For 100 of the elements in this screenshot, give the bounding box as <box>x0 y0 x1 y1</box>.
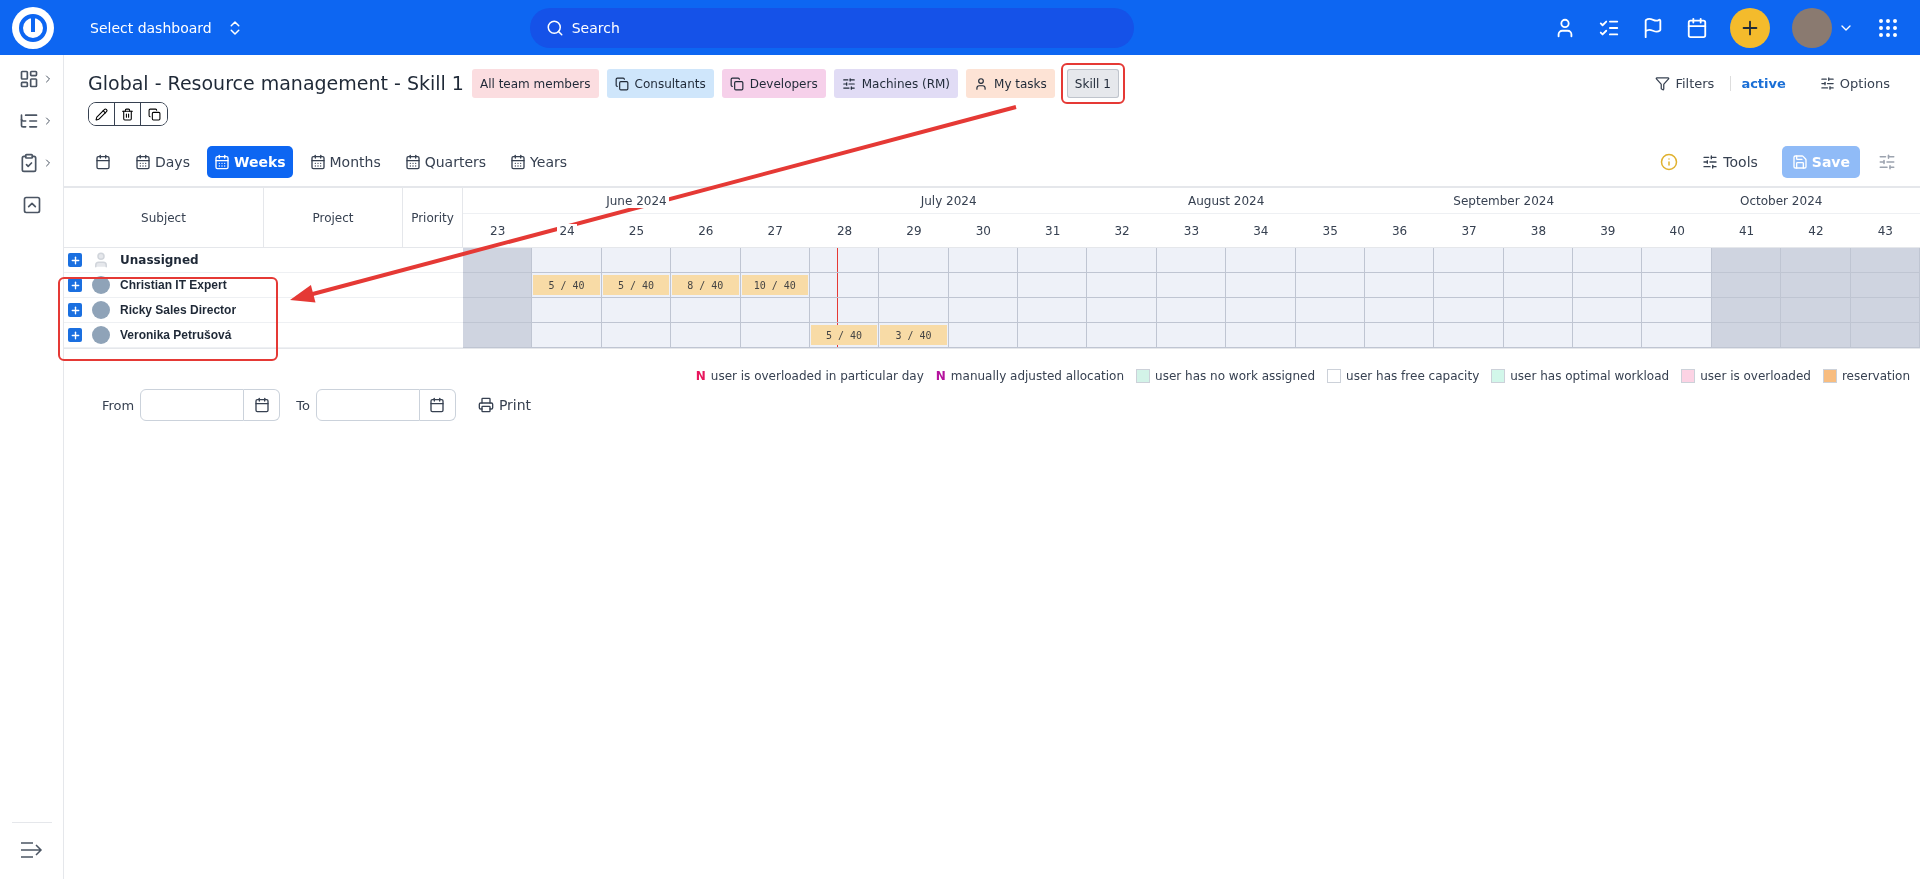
calendar-icon <box>510 154 527 170</box>
view-tab[interactable]: Quarters <box>397 146 494 178</box>
sliders-icon <box>841 76 856 91</box>
week-header: 37 <box>1459 223 1479 238</box>
calendar-icon <box>309 154 326 170</box>
week-header: 34 <box>1251 223 1271 238</box>
collapse-icon[interactable] <box>21 195 42 215</box>
tree-list-icon[interactable] <box>19 111 39 131</box>
calendar-icon <box>213 154 230 170</box>
week-header: 36 <box>1390 223 1410 238</box>
column-header: Priority <box>403 188 463 248</box>
expand-menu-icon[interactable] <box>19 841 44 859</box>
calendar-icon <box>429 397 446 413</box>
month-header: August 2024 <box>1186 193 1267 208</box>
calendar-icon <box>135 154 151 170</box>
sliders-icon <box>1702 154 1719 170</box>
week-header: 41 <box>1736 223 1757 238</box>
avatar <box>92 326 110 344</box>
view-tab[interactable]: Days <box>128 146 197 178</box>
edit-button[interactable] <box>89 103 115 125</box>
filters-button[interactable]: Filters <box>1649 75 1721 92</box>
week-header: 30 <box>973 223 993 238</box>
filter-chip[interactable]: Developers <box>721 69 826 98</box>
calendar-icon[interactable] <box>1686 16 1708 39</box>
legend-label: user has no work assigned <box>1155 369 1316 383</box>
calendar-icon <box>95 154 111 170</box>
expand-button[interactable] <box>68 253 82 267</box>
filter-chip[interactable]: All team members <box>471 69 599 98</box>
reservation-cell[interactable]: 10 / 40 <box>741 275 808 295</box>
reservation-cell[interactable]: 8 / 40 <box>672 275 739 295</box>
sliders-icon <box>1819 76 1835 91</box>
legend-label: user is overloaded in particular day <box>710 369 924 383</box>
week-header: 42 <box>1806 223 1826 238</box>
filter-chip[interactable]: Machines (RM) <box>833 69 959 98</box>
expand-button[interactable] <box>68 328 82 342</box>
month-header: June 2024 <box>604 193 669 208</box>
legend-label: user is overloaded <box>1700 369 1811 383</box>
row-name[interactable]: Unassigned <box>120 253 199 267</box>
printer-icon <box>477 397 494 413</box>
filter-chip[interactable]: Consultants <box>606 69 714 98</box>
calendar-button[interactable] <box>419 389 456 421</box>
month-header: September 2024 <box>1451 193 1557 208</box>
week-header: 29 <box>904 223 924 238</box>
logo-icon[interactable] <box>12 6 54 49</box>
view-tab[interactable]: Weeks <box>206 146 293 178</box>
week-header: 25 <box>626 223 647 238</box>
options-button[interactable]: Options <box>1813 75 1896 92</box>
legend-label: user has optimal workload <box>1510 369 1670 383</box>
calendar-icon <box>404 154 421 170</box>
legend-label: manually adjusted allocation <box>950 369 1125 383</box>
from-label: From <box>102 397 135 413</box>
legend-label: user has free capacity <box>1346 369 1480 383</box>
filter-chip[interactable]: My tasks <box>966 69 1055 98</box>
calendar-icon <box>253 397 270 413</box>
expand-button[interactable] <box>68 303 82 317</box>
view-tab[interactable]: Months <box>302 146 388 178</box>
month-header: October 2024 <box>1738 193 1825 208</box>
reservation-cell[interactable]: 5 / 40 <box>602 275 670 295</box>
user-icon <box>974 76 989 91</box>
clipboard-check-icon[interactable] <box>19 153 39 173</box>
dashboard-icon[interactable] <box>19 69 39 89</box>
flag-icon[interactable] <box>1642 16 1664 39</box>
week-header: 32 <box>1112 223 1132 238</box>
week-header: 24 <box>557 223 577 238</box>
dashboard-select[interactable]: Select dashboard <box>84 17 250 38</box>
print-button[interactable]: Print <box>471 396 538 414</box>
person-icon <box>92 251 110 269</box>
page-title: Global - Resource management - Skill 1 <box>88 71 464 94</box>
week-header: 26 <box>696 223 716 238</box>
trash-icon <box>121 107 134 121</box>
search-icon <box>545 18 564 37</box>
add-button[interactable] <box>1730 7 1770 48</box>
date-field[interactable] <box>140 389 245 421</box>
reservation-cell[interactable]: 5 / 40 <box>533 275 600 295</box>
pencil-icon <box>95 107 108 121</box>
week-header: 38 <box>1528 223 1549 238</box>
week-header: 39 <box>1598 223 1618 238</box>
to-label: To <box>296 397 310 413</box>
tools-button[interactable]: Tools <box>1696 153 1764 171</box>
legend-letter: N <box>935 369 946 383</box>
view-tab[interactable]: Years <box>503 146 575 178</box>
avatar <box>92 301 110 319</box>
row-name[interactable]: Christian IT Expert <box>120 278 227 292</box>
row-name[interactable]: Veronika Petrušová <box>120 328 232 342</box>
filter-state: active <box>1730 76 1786 91</box>
calendar-button[interactable] <box>244 389 281 421</box>
search-field[interactable]: Search <box>529 7 1134 48</box>
column-header: Subject <box>64 188 264 248</box>
week-header: 33 <box>1181 223 1202 238</box>
reservation-cell[interactable]: 5 / 40 <box>810 325 878 345</box>
filter-chip[interactable]: Skill 1 <box>1066 69 1119 98</box>
reservation-cell[interactable]: 3 / 40 <box>880 325 947 345</box>
date-field[interactable] <box>315 389 420 421</box>
row-name[interactable]: Ricky Sales Director <box>120 303 237 317</box>
week-header: 28 <box>834 223 855 238</box>
week-header: 40 <box>1667 223 1687 238</box>
copy-icon <box>147 107 161 121</box>
stack-icon <box>729 76 744 91</box>
column-header: Project <box>264 188 403 248</box>
month-header: July 2024 <box>918 193 979 208</box>
